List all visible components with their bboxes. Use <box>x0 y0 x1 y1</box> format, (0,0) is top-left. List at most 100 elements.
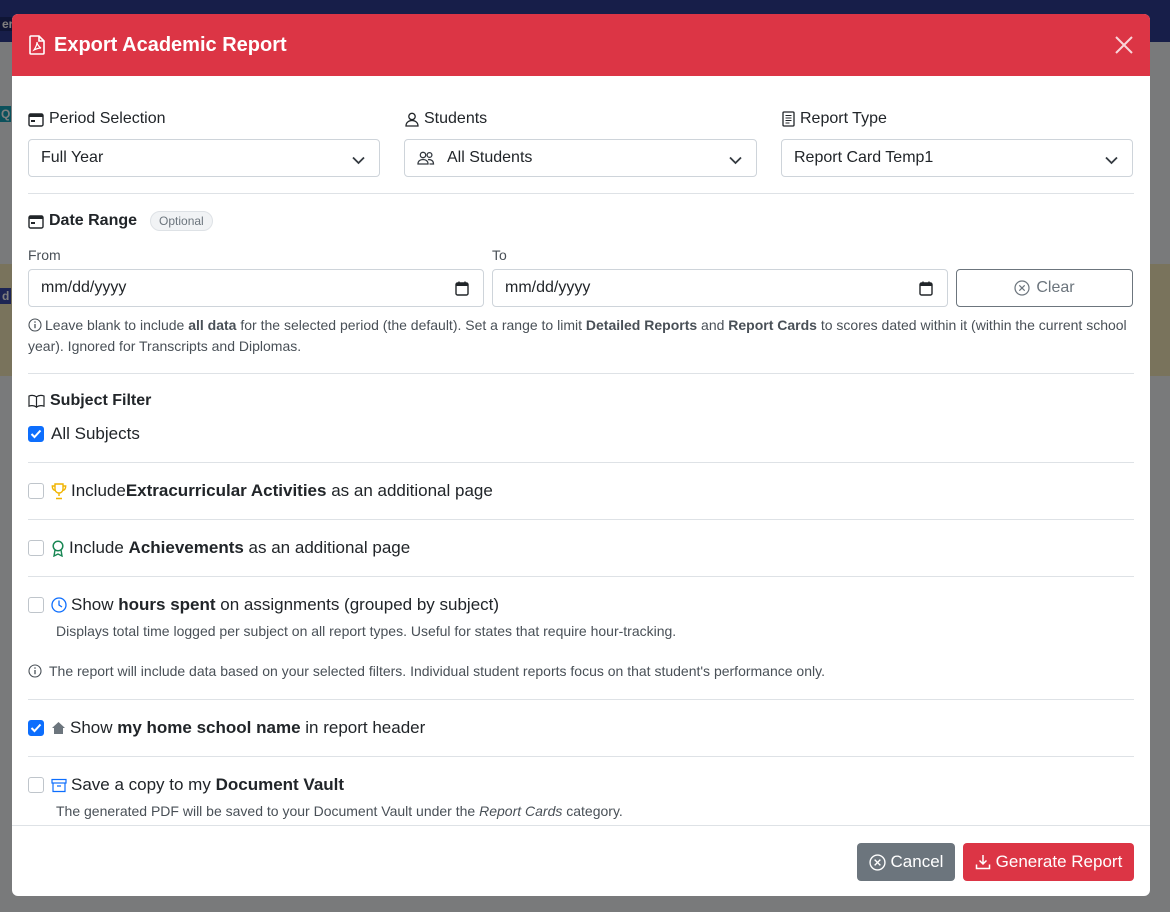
info-icon <box>28 664 42 678</box>
period-value: Full Year <box>41 149 104 166</box>
divider <box>28 519 1134 520</box>
trophy-icon <box>51 482 67 500</box>
vault-help-text: The generated PDF will be saved to your … <box>56 803 480 819</box>
option-bold: Extracurricular Activities <box>125 481 327 500</box>
all-subjects-row: All Subjects <box>28 424 140 444</box>
all-subjects-label: All Subjects <box>51 424 140 443</box>
option-text: on assignments (grouped by subject) <box>215 595 500 614</box>
date-range-label: Date Range <box>49 212 138 229</box>
extracurricular-checkbox[interactable] <box>28 483 44 499</box>
close-icon[interactable] <box>1112 33 1136 57</box>
help-bold: Report Cards <box>728 317 817 333</box>
school-name-row: Show my home school name in report heade… <box>28 718 425 738</box>
divider <box>28 699 1134 700</box>
option-text: Include <box>69 538 129 557</box>
divider <box>28 373 1134 374</box>
calendar-picker-icon[interactable] <box>455 281 469 301</box>
archive-icon <box>51 778 67 793</box>
period-select[interactable]: Full Year <box>28 139 380 177</box>
hours-checkbox[interactable] <box>28 597 44 613</box>
date-from-placeholder: mm/dd/yyyy <box>41 279 127 296</box>
option-text: as an additional page <box>326 481 493 500</box>
cancel-button[interactable]: Cancel <box>857 843 955 881</box>
help-bold: Detailed Reports <box>585 317 698 333</box>
school-name-checkbox[interactable] <box>28 720 44 736</box>
clock-icon <box>51 597 67 613</box>
calendar-icon <box>28 112 44 127</box>
achievements-checkbox[interactable] <box>28 540 44 556</box>
option-bold: my home school name <box>117 718 301 737</box>
person-icon <box>405 112 419 127</box>
divider <box>28 756 1134 757</box>
people-icon <box>417 151 435 165</box>
chevron-down-icon <box>1105 152 1118 170</box>
x-circle-icon <box>868 853 886 871</box>
vault-help: The generated PDF will be saved to your … <box>56 801 623 822</box>
divider <box>28 462 1134 463</box>
calendar-icon <box>28 214 44 229</box>
subject-filter-label-row: Subject Filter <box>28 392 151 410</box>
clear-dates-button[interactable]: Clear <box>956 269 1133 307</box>
export-report-modal: Export Academic Report Period Selection … <box>12 14 1150 896</box>
divider <box>28 193 1134 194</box>
option-bold: hours spent <box>118 595 216 614</box>
option-bold: Document Vault <box>215 775 345 794</box>
option-text: in report header <box>300 718 426 737</box>
vault-help-text: category. <box>562 803 623 819</box>
option-text: as an additional page <box>243 538 411 557</box>
students-select[interactable]: All Students <box>404 139 757 177</box>
divider <box>28 576 1134 577</box>
students-value: All Students <box>447 149 533 166</box>
report-type-label: Report Type <box>800 110 887 127</box>
vault-help-em: Report Cards <box>479 803 563 819</box>
all-subjects-checkbox[interactable] <box>28 426 44 442</box>
option-text: Show <box>70 718 118 737</box>
date-to-placeholder: mm/dd/yyyy <box>505 279 591 296</box>
date-range-label-row: Date Range Optional <box>28 211 213 231</box>
to-label: To <box>492 247 507 263</box>
footer-divider <box>12 825 1150 826</box>
house-icon <box>51 721 66 735</box>
students-label-row: Students <box>405 110 487 128</box>
period-label-row: Period Selection <box>28 110 166 128</box>
pdf-file-icon <box>28 35 46 55</box>
hours-help: Displays total time logged per subject o… <box>56 623 677 639</box>
help-text: for the selected period (the default). S… <box>236 317 586 333</box>
date-from-input[interactable]: mm/dd/yyyy <box>28 269 484 307</box>
download-icon <box>975 854 991 870</box>
vault-checkbox[interactable] <box>28 777 44 793</box>
modal-header: Export Academic Report <box>12 14 1150 76</box>
calendar-picker-icon[interactable] <box>919 281 933 301</box>
option-text: Save a copy to my <box>71 775 216 794</box>
generate-label: Generate Report <box>995 852 1123 871</box>
extracurricular-row: Include Extracurricular Activities as an… <box>28 481 493 501</box>
help-text: Leave blank to include <box>45 317 189 333</box>
chevron-down-icon <box>729 152 742 170</box>
optional-badge: Optional <box>150 211 213 231</box>
report-type-select[interactable]: Report Card Temp1 <box>781 139 1133 177</box>
help-text: and <box>697 317 729 333</box>
subject-filter-label: Subject Filter <box>50 392 152 409</box>
achievements-row: Include Achievements as an additional pa… <box>28 538 410 558</box>
info-icon <box>28 318 42 332</box>
from-label: From <box>28 247 61 263</box>
clear-label: Clear <box>1036 279 1075 296</box>
award-icon <box>51 539 65 557</box>
report-type-value: Report Card Temp1 <box>794 149 934 166</box>
x-circle-icon <box>1014 280 1030 296</box>
modal-title: Export Academic Report <box>54 33 287 56</box>
date-range-help: Leave blank to include all data for the … <box>28 315 1128 357</box>
book-icon <box>28 394 45 408</box>
hours-row: Show hours spent on assignments (grouped… <box>28 595 499 615</box>
document-icon <box>782 111 795 127</box>
vault-row: Save a copy to my Document Vault <box>28 775 344 795</box>
students-label: Students <box>424 110 488 127</box>
option-text: Include <box>71 481 126 500</box>
generate-report-button[interactable]: Generate Report <box>963 843 1134 881</box>
report-info-text: The report will include data based on yo… <box>49 663 825 679</box>
report-info: The report will include data based on yo… <box>28 661 825 682</box>
option-text: Show <box>71 595 119 614</box>
chevron-down-icon <box>352 152 365 170</box>
date-to-input[interactable]: mm/dd/yyyy <box>492 269 948 307</box>
period-label: Period Selection <box>49 110 166 127</box>
